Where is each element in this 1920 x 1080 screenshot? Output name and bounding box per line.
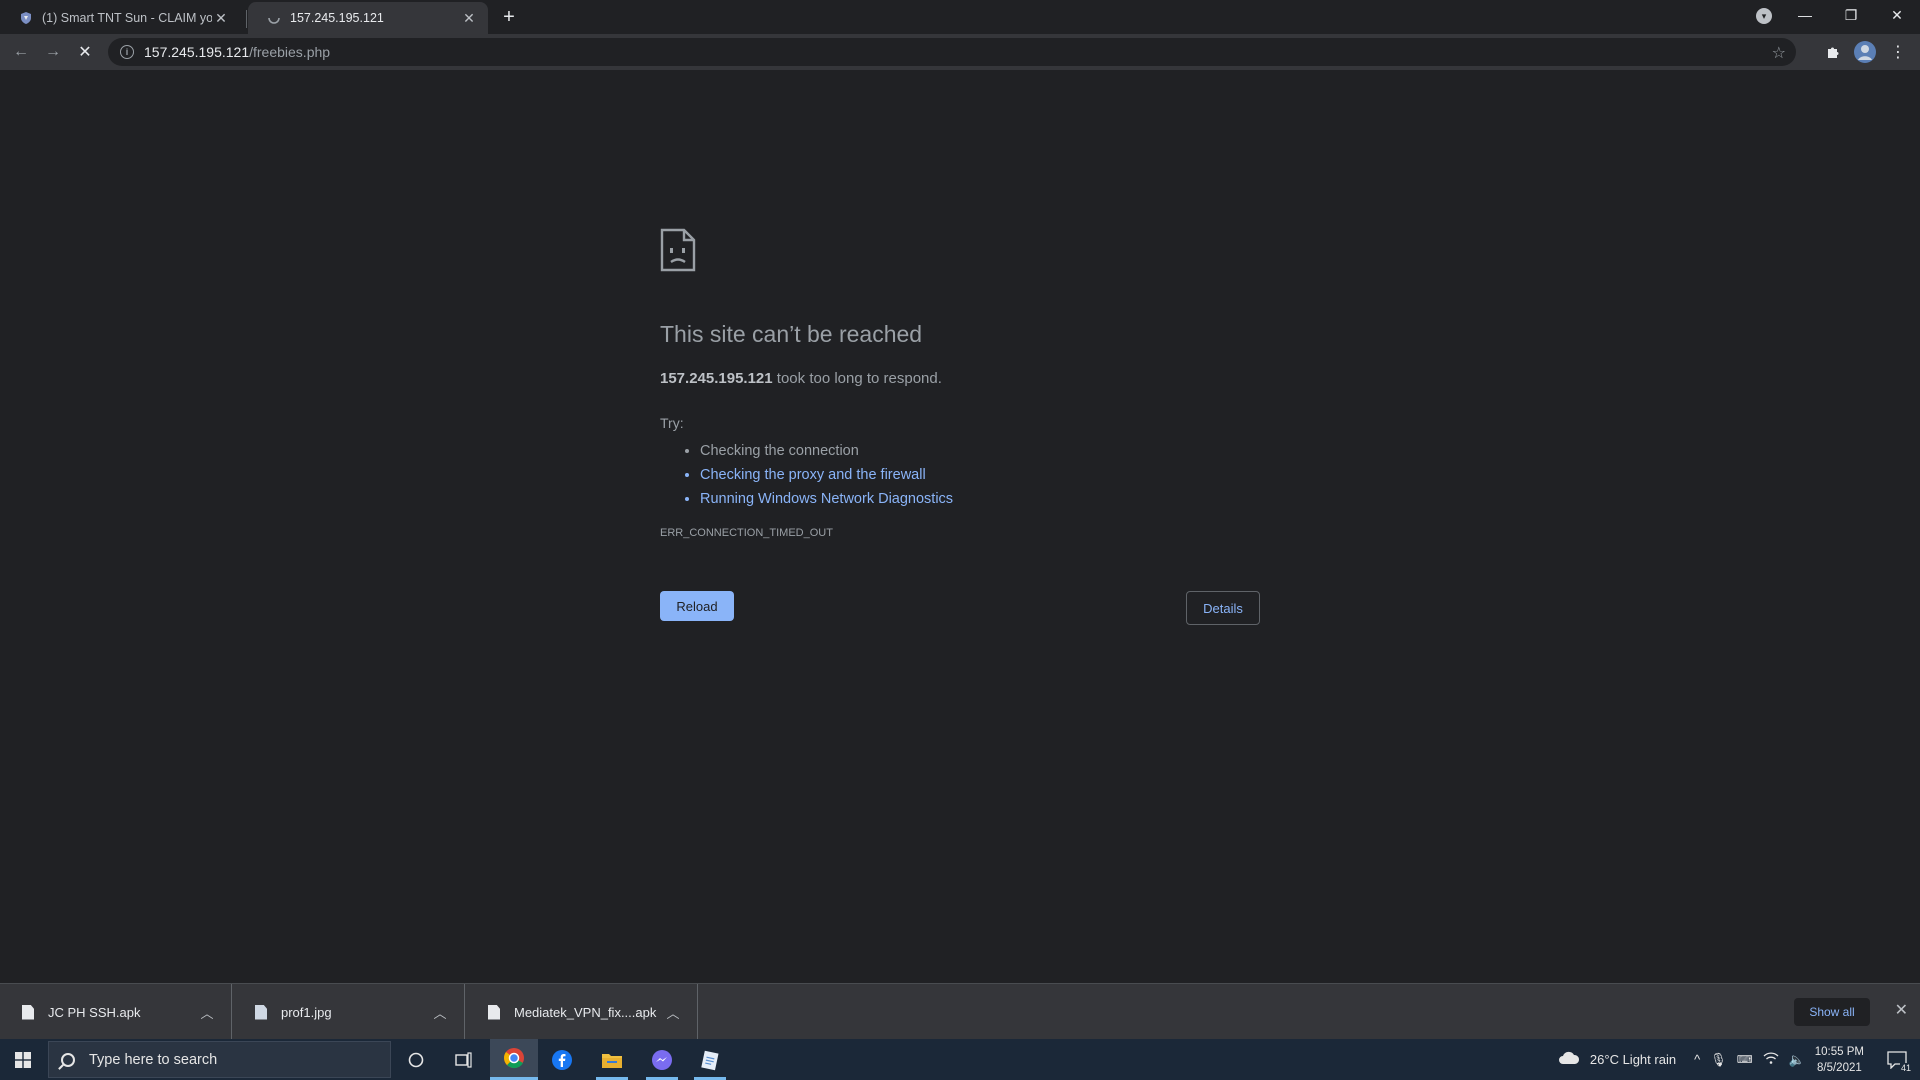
suggestion-check-proxy-link[interactable]: Checking the proxy and the firewall [700, 465, 1260, 489]
address-bar[interactable]: i 157.245.195.121/freebies.php ☆ [108, 38, 1796, 66]
clock-time: 10:55 PM [1814, 1045, 1864, 1058]
download-item[interactable]: Mediatek_VPN_fix....apk ︿ [466, 984, 698, 1040]
windows-taskbar: Type here to search 26°C Light rain ^ 🎙 … [0, 1039, 1920, 1080]
suggestions-list: Checking the connection Checking the pro… [700, 441, 1260, 513]
clock-date: 8/5/2021 [1817, 1061, 1862, 1074]
reload-button[interactable]: Reload [660, 591, 734, 621]
back-arrow-icon[interactable]: ← [8, 39, 34, 65]
bookmark-star-icon[interactable]: ☆ [1772, 43, 1786, 63]
file-icon [488, 1004, 500, 1020]
chevron-up-icon[interactable]: ︿ [661, 1003, 685, 1022]
file-icon [22, 1004, 34, 1020]
error-code: ERR_CONNECTION_TIMED_OUT [660, 527, 833, 539]
search-icon [61, 1052, 75, 1067]
facebook-icon[interactable] [538, 1039, 586, 1080]
url-host: 157.245.195.121 [144, 44, 250, 60]
chevron-up-tray-icon[interactable]: ^ [1694, 1052, 1700, 1067]
download-filename: JC PH SSH.apk [48, 1004, 141, 1020]
error-message-text: took too long to respond. [776, 370, 942, 387]
microphone-icon[interactable]: 🎙 [1710, 1052, 1727, 1068]
loading-spinner-icon [266, 10, 282, 26]
download-filename: Mediatek_VPN_fix....apk [514, 1004, 657, 1020]
stop-loading-icon[interactable]: ✕ [72, 39, 98, 65]
sad-page-icon [660, 228, 696, 272]
profile-avatar-icon[interactable] [1852, 39, 1878, 65]
error-host: 157.245.195.121 [660, 370, 773, 387]
cortana-icon[interactable] [392, 1039, 440, 1080]
new-tab-icon[interactable]: + [498, 6, 520, 28]
ime-icon[interactable]: ⌨ [1737, 1053, 1753, 1066]
close-window-icon[interactable]: ✕ [1874, 0, 1920, 30]
minimize-icon[interactable]: — [1782, 0, 1828, 30]
suggestion-check-connection: Checking the connection [700, 441, 1260, 465]
tab-title: 157.245.195.121 [290, 11, 384, 25]
window-controls: — ❐ ✕ [1782, 0, 1920, 30]
search-placeholder: Type here to search [89, 1051, 218, 1068]
notepad-icon[interactable] [686, 1039, 734, 1080]
close-shelf-icon[interactable]: ✕ [1895, 1000, 1908, 1020]
weather-text[interactable]: 26°C Light rain [1590, 1052, 1676, 1067]
task-view-icon[interactable] [440, 1039, 488, 1080]
error-title: This site can’t be reached [660, 321, 923, 347]
error-message: 157.245.195.121 took too long to respond… [660, 370, 1260, 387]
restore-icon[interactable]: ❐ [1828, 0, 1874, 30]
try-label: Try: [660, 415, 684, 431]
button-row: Reload Details [660, 591, 1260, 625]
tab-search-icon[interactable]: ▾ [1756, 8, 1772, 24]
system-tray: 26°C Light rain ^ 🎙 ⌨ 🔈 10:55 PM 8/5/202… [1558, 1039, 1920, 1080]
chevron-up-icon[interactable]: ︿ [195, 1003, 219, 1022]
notifications-icon[interactable]: 41 [1882, 1045, 1912, 1075]
tab-divider [246, 10, 247, 28]
tab-active-ip[interactable]: 157.245.195.121 ✕ [248, 2, 488, 34]
download-item[interactable]: prof1.jpg ︿ [233, 984, 465, 1040]
show-all-button[interactable]: Show all [1794, 998, 1870, 1026]
chevron-up-icon[interactable]: ︿ [428, 1003, 452, 1022]
site-info-icon[interactable]: i [120, 45, 134, 59]
browser-toolbar: ← → ✕ i 157.245.195.121/freebies.php ☆ ⋮ [0, 34, 1920, 70]
extensions-puzzle-icon[interactable] [1820, 39, 1846, 65]
download-item[interactable]: JC PH SSH.apk ︿ [0, 984, 232, 1040]
forward-arrow-icon[interactable]: → [40, 39, 66, 65]
error-container: This site can’t be reached 157.245.195.1… [660, 228, 1260, 625]
tab-smart-tnt[interactable]: (1) Smart TNT Sun - CLAIM your ✕ [0, 2, 240, 34]
details-button[interactable]: Details [1186, 591, 1260, 625]
wifi-icon[interactable] [1763, 1051, 1779, 1068]
menu-kebab-icon[interactable]: ⋮ [1885, 39, 1911, 65]
clock[interactable]: 10:55 PM 8/5/2021 [1815, 1044, 1864, 1076]
download-shelf: JC PH SSH.apk ︿ prof1.jpg ︿ Mediatek_VPN… [0, 983, 1920, 1040]
shield-favicon-icon [18, 10, 34, 26]
page-content: This site can’t be reached 157.245.195.1… [0, 70, 1920, 983]
tab-title: (1) Smart TNT Sun - CLAIM your [42, 11, 212, 25]
tab-close-icon[interactable]: ✕ [460, 9, 478, 27]
image-file-icon [255, 1004, 267, 1020]
notification-count: 41 [1899, 1062, 1912, 1073]
suggestion-network-diagnostics-link[interactable]: Running Windows Network Diagnostics [700, 489, 1260, 513]
url-path: /freebies.php [249, 44, 331, 60]
file-explorer-icon[interactable] [588, 1039, 636, 1080]
windows-start-icon[interactable] [0, 1039, 46, 1080]
volume-icon[interactable]: 🔈 [1789, 1052, 1805, 1068]
taskbar-search-box[interactable]: Type here to search [48, 1041, 391, 1078]
messenger-icon[interactable] [638, 1039, 686, 1080]
chrome-taskbar-icon[interactable] [490, 1039, 538, 1080]
tab-strip: (1) Smart TNT Sun - CLAIM your ✕ 157.245… [0, 0, 1920, 34]
download-filename: prof1.jpg [281, 1004, 332, 1020]
tab-close-icon[interactable]: ✕ [212, 9, 230, 27]
weather-cloud-icon[interactable] [1558, 1050, 1580, 1069]
